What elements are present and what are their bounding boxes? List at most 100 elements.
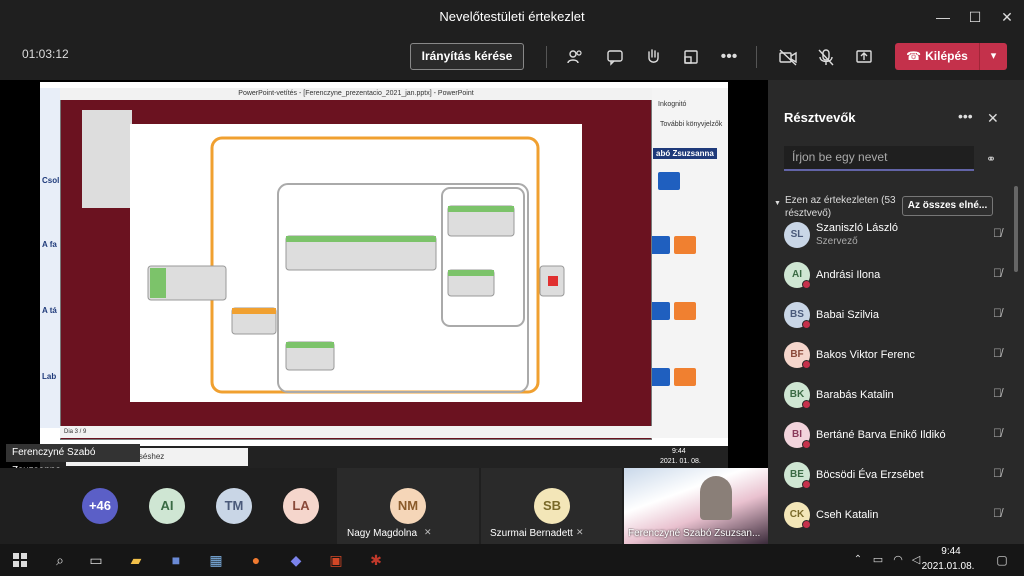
delete-button[interactable] xyxy=(674,368,696,386)
status-dot xyxy=(802,320,811,329)
status-dot xyxy=(802,520,811,529)
mic-off-icon: 🎙̸ xyxy=(993,506,1002,520)
mute-all-button[interactable]: Az összes elné... xyxy=(902,196,993,216)
participant-role: Szervező xyxy=(816,236,858,247)
participant-row[interactable]: BF Bakos Viktor Ferenc 🎙̸ xyxy=(784,340,1010,376)
toolbar-divider xyxy=(546,46,547,68)
teams-icon[interactable]: ◆ xyxy=(284,548,308,572)
participant-row[interactable]: BE Böcsödi Éva Erzsébet 🎙̸ xyxy=(784,460,1010,496)
mic-off-icon: ✕ xyxy=(424,527,432,537)
mic-off-icon[interactable] xyxy=(813,44,839,70)
mic-off-icon: 🎙̸ xyxy=(993,226,1002,240)
notification-icon[interactable]: ▢ xyxy=(990,548,1014,572)
inner-date: 2021. 01. 08. xyxy=(660,458,701,465)
minimize-button[interactable]: — xyxy=(926,0,960,34)
participant-search-input[interactable] xyxy=(784,146,974,171)
row-label: Lab xyxy=(42,372,57,381)
presenter-video-figure xyxy=(700,476,732,520)
status-dot xyxy=(802,360,811,369)
search-icon[interactable]: ⌕ xyxy=(48,548,72,572)
presentation-slide xyxy=(130,124,582,402)
tile-name: Nagy Magdolna xyxy=(347,528,418,539)
avatar: NM xyxy=(390,488,426,524)
tile-name: Szurmai Bernadett xyxy=(490,528,573,539)
participant-row[interactable]: AI Andrási Ilona 🎙̸ xyxy=(784,260,1010,296)
participant-row[interactable]: BK Barabás Katalin 🎙̸ xyxy=(784,380,1010,416)
meeting-timer: 01:03:12 xyxy=(22,47,69,61)
share-screen-icon[interactable] xyxy=(851,44,877,70)
mic-off-icon: 🎙̸ xyxy=(993,266,1002,280)
window-title: Nevelőtestületi értekezlet xyxy=(439,9,585,24)
more-participants-badge[interactable]: +46 xyxy=(82,488,118,524)
participant-name: Bakos Viktor Ferenc xyxy=(816,349,915,361)
mic-off-icon: 🎙̸ xyxy=(993,306,1002,320)
status-dot xyxy=(802,400,811,409)
camera-off-icon[interactable] xyxy=(775,44,801,70)
status-dot xyxy=(802,280,811,289)
task-view-icon[interactable]: ▭ xyxy=(84,548,108,572)
participant-name: Barabás Katalin xyxy=(816,389,894,401)
mic-off-icon: 🎙̸ xyxy=(993,466,1002,480)
presenter-label: Ferenczyné Szabó Zsuzsanna xyxy=(6,444,140,476)
clock-time[interactable]: 9:44 xyxy=(930,546,972,557)
mic-off-icon: 🎙̸ xyxy=(993,426,1002,440)
chevron-down-icon[interactable]: ▼ xyxy=(774,200,781,207)
participant-name: Babai Szilvia xyxy=(816,309,879,321)
breakout-rooms-icon[interactable] xyxy=(678,44,704,70)
program-diagram xyxy=(147,136,565,394)
participant-name: Cseh Katalin xyxy=(816,509,879,521)
avatar: SL xyxy=(784,222,810,248)
raise-hand-icon[interactable] xyxy=(640,44,666,70)
maximize-button[interactable]: ☐ xyxy=(958,0,992,34)
delete-button[interactable] xyxy=(674,236,696,254)
tile-name: Ferenczyné Szabó Zsuzsan... xyxy=(628,528,761,539)
participant-row[interactable]: BS Babai Szilvia 🎙̸ xyxy=(784,300,1010,336)
people-icon[interactable] xyxy=(562,44,588,70)
participant-row[interactable]: SL Szaniszló László Szervező 🎙̸ xyxy=(784,220,1010,256)
request-control-button[interactable]: Irányítás kérése xyxy=(410,43,524,70)
clock-date[interactable]: 2021.01.08. xyxy=(918,561,978,572)
avatar: SB xyxy=(534,488,570,524)
leave-button[interactable]: ☎ Kilépés xyxy=(895,43,979,70)
share-invite-icon[interactable]: ⚭ xyxy=(986,152,996,166)
firefox-icon[interactable]: ● xyxy=(244,548,268,572)
powerpoint-icon[interactable]: ▣ xyxy=(324,548,348,572)
avatar[interactable]: TM xyxy=(216,488,252,524)
avatar[interactable]: AI xyxy=(149,488,185,524)
mic-off-icon: 🎙̸ xyxy=(993,346,1002,360)
phone-hangup-icon: ☎ xyxy=(906,49,922,63)
file-explorer-icon[interactable]: ▰ xyxy=(124,548,148,572)
slide-photo-collage xyxy=(82,110,132,208)
name-tag: abó Zsuzsanna xyxy=(653,148,717,159)
edit-button[interactable] xyxy=(658,172,680,190)
slide-status: Dia 3 / 9 xyxy=(60,426,652,438)
mic-off-icon: ✕ xyxy=(576,527,584,537)
toolbar-divider xyxy=(756,46,757,68)
app-icon[interactable]: ✱ xyxy=(364,548,388,572)
participant-name: Szaniszló László xyxy=(816,222,898,234)
more-options-icon[interactable]: ••• xyxy=(716,44,742,70)
incognito-label: Inkognitó xyxy=(658,101,687,108)
row-label: A tá xyxy=(42,306,57,315)
panel-more-icon[interactable]: ••• xyxy=(958,108,973,124)
row-label: Csol xyxy=(42,176,60,185)
close-window-button[interactable]: ✕ xyxy=(990,0,1024,34)
save-app-icon[interactable]: ■ xyxy=(164,548,188,572)
panel-close-icon[interactable]: ✕ xyxy=(987,110,999,127)
chat-icon[interactable] xyxy=(602,44,628,70)
participant-name: Andrási Ilona xyxy=(816,269,881,281)
row-label: A fa xyxy=(42,240,57,249)
leave-label: Kilépés xyxy=(925,49,968,63)
delete-button[interactable] xyxy=(674,302,696,320)
bookmarks-label: További könyvjelzők xyxy=(660,121,723,128)
participant-row[interactable]: BI Bertáné Barva Enikő Ildikó 🎙̸ xyxy=(784,420,1010,456)
panel-scrollbar[interactable] xyxy=(1014,186,1018,272)
windows-start-icon[interactable] xyxy=(8,548,32,572)
participant-row[interactable]: CK Cseh Katalin 🎙̸ xyxy=(784,500,1010,536)
powerpoint-title: PowerPoint-vetítés - [Ferenczyne_prezent… xyxy=(60,88,652,100)
chevron-down-icon[interactable]: ▾ xyxy=(979,43,1007,70)
calculator-icon[interactable]: ▦ xyxy=(204,548,228,572)
avatar[interactable]: LA xyxy=(283,488,319,524)
status-dot xyxy=(802,440,811,449)
participant-name: Böcsödi Éva Erzsébet xyxy=(816,469,924,481)
